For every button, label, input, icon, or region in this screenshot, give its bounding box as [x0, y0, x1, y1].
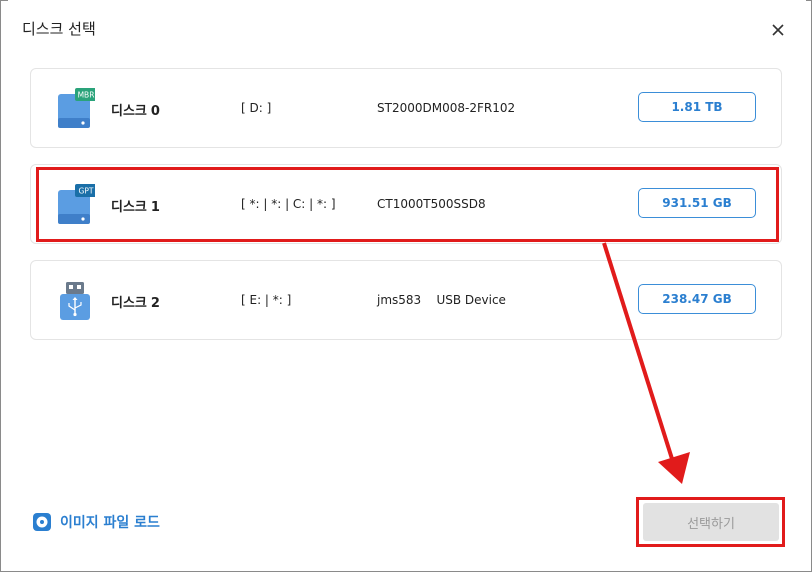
close-icon — [772, 24, 784, 36]
svg-text:MBR: MBR — [78, 91, 95, 100]
disk-size-button[interactable]: 238.47 GB — [638, 284, 756, 314]
load-image-file-label: 이미지 파일 로드 — [60, 515, 160, 531]
disc-image-icon — [33, 513, 51, 531]
disk-select-dialog: 디스크 선택 MBR 디스크 0 [ D: ] ST2000DM008-2FR10… — [8, 0, 806, 566]
selected-disk-highlight — [36, 167, 779, 242]
close-button[interactable] — [768, 20, 788, 40]
disk-size-button[interactable]: 1.81 TB — [638, 92, 756, 122]
disk-model: jms583 USB Device — [377, 293, 506, 307]
disk-row-2[interactable]: 디스크 2 [ E: | *: ] jms583 USB Device 238.4… — [30, 260, 782, 340]
select-button-highlight — [636, 497, 785, 547]
disk-partitions: [ E: | *: ] — [241, 293, 292, 307]
disk-name: 디스크 2 — [111, 296, 160, 311]
usb-drive-icon — [55, 280, 95, 322]
disk-model: ST2000DM008-2FR102 — [377, 101, 516, 115]
disk-row-0[interactable]: MBR 디스크 0 [ D: ] ST2000DM008-2FR102 1.81 … — [30, 68, 782, 148]
hard-disk-icon: MBR — [55, 88, 97, 130]
dialog-title: 디스크 선택 — [22, 20, 96, 38]
load-image-file-button[interactable]: 이미지 파일 로드 — [32, 512, 160, 532]
disk-name: 디스크 0 — [111, 104, 160, 119]
disk-partitions: [ D: ] — [241, 101, 272, 115]
